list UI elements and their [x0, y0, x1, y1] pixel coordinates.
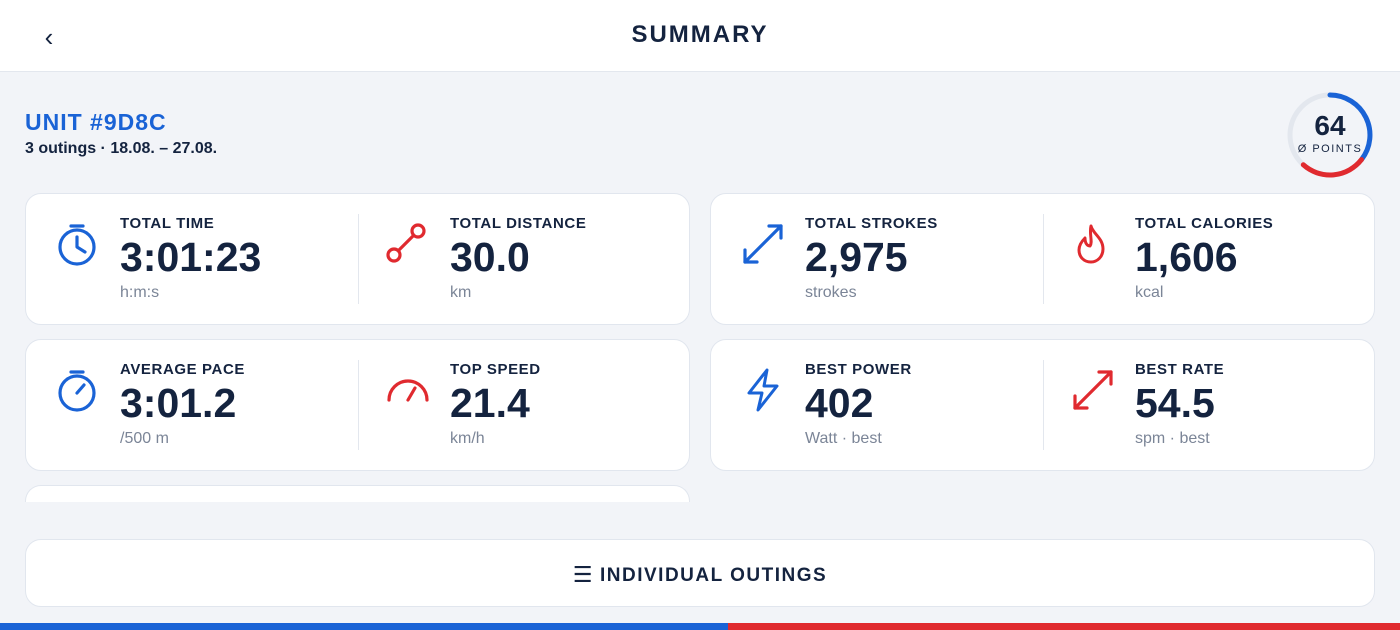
stat-total-distance: TOTAL DISTANCE 30.0 km: [386, 194, 686, 324]
stat-unit: Watt · best: [805, 430, 882, 447]
unit-title: UNIT #9D8C: [25, 109, 167, 135]
stat-label: BEST RATE: [1135, 361, 1225, 378]
stat-label: TOTAL STROKES: [805, 215, 938, 232]
menu-icon: ☰: [572, 562, 594, 587]
stat-value: 21.4: [450, 380, 530, 426]
stat-unit: km/h: [450, 430, 485, 447]
individual-outings-label: INDIVIDUAL OUTINGS: [600, 565, 828, 586]
flame-icon: [1077, 224, 1105, 264]
scroll-fade: [0, 502, 700, 520]
stats-card-pace-speed: AVERAGE PACE 3:01.2 /500 m TOP SPEED 21.…: [25, 339, 690, 471]
stat-value: 30.0: [450, 234, 530, 280]
bottom-bar-red: [728, 623, 1400, 630]
diagonal-arrow-icon: [743, 224, 783, 264]
stat-label: TOP SPEED: [450, 361, 541, 378]
individual-outings-content: ☰ INDIVIDUAL OUTINGS: [26, 562, 1374, 588]
stat-unit: kcal: [1135, 284, 1164, 301]
stat-best-power: BEST POWER 402 Watt · best: [741, 340, 1041, 470]
bottom-bar-blue: [0, 623, 728, 630]
route-icon: [386, 223, 426, 263]
stat-total-strokes: TOTAL STROKES 2,975 strokes: [741, 194, 1041, 324]
stat-unit: spm · best: [1135, 430, 1210, 447]
stat-value: 3:01.2: [120, 380, 237, 426]
card-divider: [358, 214, 359, 304]
stat-value: 3:01:23: [120, 234, 262, 280]
points-ring-secondary-arc: [1300, 157, 1364, 178]
points-label: Ø POINTS: [1297, 143, 1363, 155]
points-value: 64: [1314, 110, 1346, 141]
individual-outings-button[interactable]: ☰ INDIVIDUAL OUTINGS: [25, 539, 1375, 607]
stat-label: BEST POWER: [805, 361, 912, 378]
stat-value: 1,606: [1135, 234, 1238, 280]
stats-card-power-rate: BEST POWER 402 Watt · best BEST RATE 54.…: [710, 339, 1375, 471]
stat-average-pace: AVERAGE PACE 3:01.2 /500 m: [56, 340, 356, 470]
stat-label: TOTAL DISTANCE: [450, 215, 587, 232]
points-ring: 64 Ø POINTS: [1286, 91, 1374, 179]
diagonal-arrow-icon: [1073, 370, 1113, 410]
stat-total-calories: TOTAL CALORIES 1,606 kcal: [1071, 194, 1371, 324]
top-bar: ‹ SUMMARY: [0, 0, 1400, 72]
stat-best-rate: BEST RATE 54.5 spm · best: [1071, 340, 1371, 470]
card-divider: [1043, 360, 1044, 450]
speedometer-icon: [387, 379, 429, 402]
unit-subtitle: 3 outings · 18.08. – 27.08.: [25, 140, 218, 157]
stopwatch-icon: [58, 224, 96, 266]
stat-unit: strokes: [805, 284, 857, 301]
stat-unit: /500 m: [120, 430, 169, 447]
stat-top-speed: TOP SPEED 21.4 km/h: [386, 340, 686, 470]
stats-card-time-distance: TOTAL TIME 3:01:23 h:m:s TOTAL DISTANCE …: [25, 193, 690, 325]
stat-value: 54.5: [1135, 380, 1215, 426]
stat-label: AVERAGE PACE: [120, 361, 245, 378]
card-divider: [358, 360, 359, 450]
stat-unit: h:m:s: [120, 284, 160, 301]
stats-card-strokes-calories: TOTAL STROKES 2,975 strokes TOTAL CALORI…: [710, 193, 1375, 325]
stat-unit: km: [450, 284, 472, 301]
stat-value: 2,975: [805, 234, 908, 280]
lightning-icon: [747, 368, 779, 412]
card-divider: [1043, 214, 1044, 304]
stat-total-time: TOTAL TIME 3:01:23 h:m:s: [56, 194, 356, 324]
stat-label: TOTAL TIME: [120, 215, 215, 232]
stat-label: TOTAL CALORIES: [1135, 215, 1274, 232]
page-title: SUMMARY: [631, 21, 769, 48]
timer-icon: [58, 370, 96, 412]
stat-value: 402: [805, 380, 874, 426]
